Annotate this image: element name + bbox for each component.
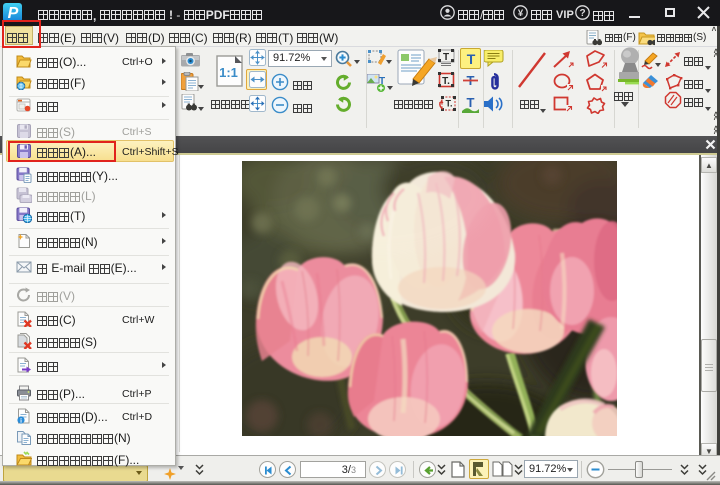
svg-text:T.: T. (442, 76, 450, 87)
svg-text:T: T (467, 51, 476, 67)
svg-text:T.: T. (445, 99, 452, 109)
svg-text:?: ? (579, 8, 585, 19)
svg-text:1:1: 1:1 (219, 65, 238, 80)
svg-text:i: i (20, 418, 22, 424)
svg-text:¥: ¥ (518, 8, 524, 19)
svg-text:T: T (467, 95, 475, 110)
svg-text:T: T (443, 52, 449, 63)
